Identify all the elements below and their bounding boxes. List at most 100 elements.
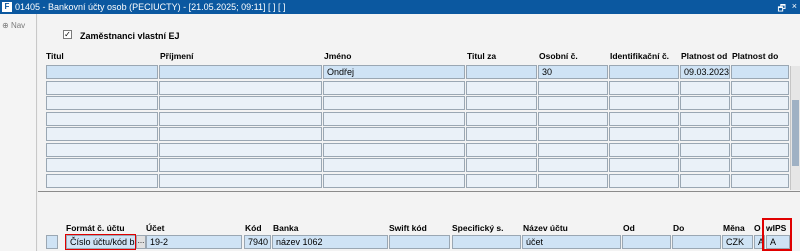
persons-cell-platnost-do[interactable] <box>731 96 789 110</box>
persons-cell-prijmeni[interactable] <box>159 112 322 126</box>
persons-cell-identifikacni-cislo[interactable] <box>609 112 679 126</box>
persons-cell-prijmeni[interactable] <box>159 174 322 188</box>
header-platnost-od: Platnost od <box>681 51 728 61</box>
persons-cell-platnost-od[interactable] <box>680 96 730 110</box>
header-prijmeni: Příjmení <box>160 51 194 61</box>
persons-cell-prijmeni[interactable] <box>159 81 322 95</box>
persons-cell-jmeno[interactable] <box>323 174 465 188</box>
persons-cell-titul-za[interactable] <box>466 174 537 188</box>
specific-symbol-field[interactable] <box>452 235 521 249</box>
bank-name-field[interactable]: název 1062 <box>272 235 388 249</box>
persons-cell-jmeno[interactable] <box>323 96 465 110</box>
persons-cell-identifikacni-cislo[interactable] <box>609 174 679 188</box>
format-lov-button[interactable]: ... <box>136 235 146 249</box>
persons-cell-platnost-od[interactable] <box>680 112 730 126</box>
persons-cell-platnost-od[interactable] <box>680 81 730 95</box>
persons-cell-osobni-cislo[interactable] <box>538 96 608 110</box>
persons-cell-platnost-do[interactable] <box>731 143 789 157</box>
persons-cell-identifikacni-cislo[interactable] <box>609 96 679 110</box>
persons-cell-platnost-od[interactable] <box>680 174 730 188</box>
account-name-field[interactable]: účet <box>522 235 621 249</box>
persons-cell-platnost-od[interactable] <box>680 127 730 141</box>
persons-cell-titul-za[interactable] <box>466 96 537 110</box>
persons-cell-jmeno[interactable] <box>323 143 465 157</box>
persons-cell-identifikacni-cislo[interactable] <box>609 158 679 172</box>
persons-cell-osobni-cislo[interactable] <box>538 143 608 157</box>
persons-cell-platnost-do[interactable] <box>731 112 789 126</box>
header-titul-za: Titul za <box>467 51 497 61</box>
persons-cell-platnost-od[interactable] <box>680 158 730 172</box>
employees-own-ej-label: Zaměstnanci vlastní EJ <box>80 31 180 41</box>
window-titlebar: F 01405 - Bankovní účty osob (PECIUCTY) … <box>0 0 800 14</box>
persons-cell-platnost-do[interactable] <box>731 158 789 172</box>
header-osobni-cislo: Osobní č. <box>539 51 578 61</box>
persons-cell-osobni-cislo[interactable] <box>538 81 608 95</box>
header-mena: Měna <box>723 223 745 233</box>
persons-cell-prijmeni[interactable] <box>159 65 322 79</box>
header-do: Do <box>673 223 685 233</box>
header-od: Od <box>623 223 635 233</box>
employees-own-ej-checkbox[interactable]: ✓ <box>63 30 72 39</box>
persons-cell-titul[interactable] <box>46 112 158 126</box>
persons-cell-titul-za[interactable] <box>466 158 537 172</box>
persons-cell-titul[interactable] <box>46 127 158 141</box>
persons-cell-jmeno[interactable] <box>323 127 465 141</box>
persons-cell-prijmeni[interactable] <box>159 158 322 172</box>
currency-field[interactable]: CZK <box>722 235 753 249</box>
header-o: O <box>754 223 761 233</box>
persons-cell-titul-za[interactable] <box>466 143 537 157</box>
persons-scrollbar[interactable] <box>790 66 800 190</box>
persons-cell-titul[interactable] <box>46 81 158 95</box>
persons-cell-titul[interactable] <box>46 96 158 110</box>
persons-cell-osobni-cislo[interactable] <box>538 158 608 172</box>
persons-cell-platnost-od[interactable]: 09.03.2023 <box>680 65 730 79</box>
valid-from-field[interactable] <box>622 235 671 249</box>
persons-cell-titul[interactable] <box>46 65 158 79</box>
persons-cell-osobni-cislo[interactable] <box>538 112 608 126</box>
persons-cell-titul[interactable] <box>46 174 158 188</box>
account-row-marker[interactable] <box>46 235 58 249</box>
header-nazev-uctu: Název účtu <box>523 223 568 233</box>
header-format-uctu: Formát č. účtu <box>66 223 125 233</box>
window-title: 01405 - Bankovní účty osob (PECIUCTY) - … <box>15 2 286 12</box>
persons-cell-prijmeni[interactable] <box>159 96 322 110</box>
format-field-highlight <box>65 234 136 250</box>
persons-cell-titul-za[interactable] <box>466 81 537 95</box>
persons-cell-platnost-do[interactable] <box>731 65 789 79</box>
persons-cell-identifikacni-cislo[interactable] <box>609 143 679 157</box>
account-number-field[interactable]: 19-2 <box>146 235 242 249</box>
persons-cell-platnost-do[interactable] <box>731 174 789 188</box>
persons-cell-jmeno[interactable] <box>323 81 465 95</box>
persons-cell-osobni-cislo[interactable] <box>538 127 608 141</box>
close-icon[interactable]: × <box>792 1 797 11</box>
nav-icon: ⊕ <box>2 21 9 30</box>
app-logo-icon: F <box>2 2 12 12</box>
persons-cell-platnost-do[interactable] <box>731 81 789 95</box>
persons-cell-jmeno[interactable]: Ondřej <box>323 65 465 79</box>
valid-to-field[interactable] <box>672 235 721 249</box>
persons-cell-titul-za[interactable] <box>466 112 537 126</box>
scrollbar-thumb[interactable] <box>792 100 799 166</box>
swift-field[interactable] <box>389 235 450 249</box>
persons-cell-osobni-cislo[interactable]: 30 <box>538 65 608 79</box>
persons-cell-titul-za[interactable] <box>466 127 537 141</box>
bank-code-field[interactable]: 7940 <box>244 235 271 249</box>
persons-cell-jmeno[interactable] <box>323 112 465 126</box>
header-swift: Swift kód <box>389 223 427 233</box>
persons-cell-jmeno[interactable] <box>323 158 465 172</box>
nav-item[interactable]: ⊕ Nav <box>2 21 25 30</box>
persons-cell-platnost-do[interactable] <box>731 127 789 141</box>
persons-cell-titul[interactable] <box>46 158 158 172</box>
persons-cell-titul-za[interactable] <box>466 65 537 79</box>
persons-cell-prijmeni[interactable] <box>159 143 322 157</box>
header-specificky-symbol: Specifický s. <box>452 223 504 233</box>
persons-cell-titul[interactable] <box>46 143 158 157</box>
persons-cell-prijmeni[interactable] <box>159 127 322 141</box>
header-jmeno: Jméno <box>324 51 352 61</box>
persons-cell-identifikacni-cislo[interactable] <box>609 81 679 95</box>
header-ucet: Účet <box>146 223 165 233</box>
persons-cell-platnost-od[interactable] <box>680 143 730 157</box>
persons-cell-identifikacni-cislo[interactable] <box>609 65 679 79</box>
persons-cell-osobni-cislo[interactable] <box>538 174 608 188</box>
persons-cell-identifikacni-cislo[interactable] <box>609 127 679 141</box>
